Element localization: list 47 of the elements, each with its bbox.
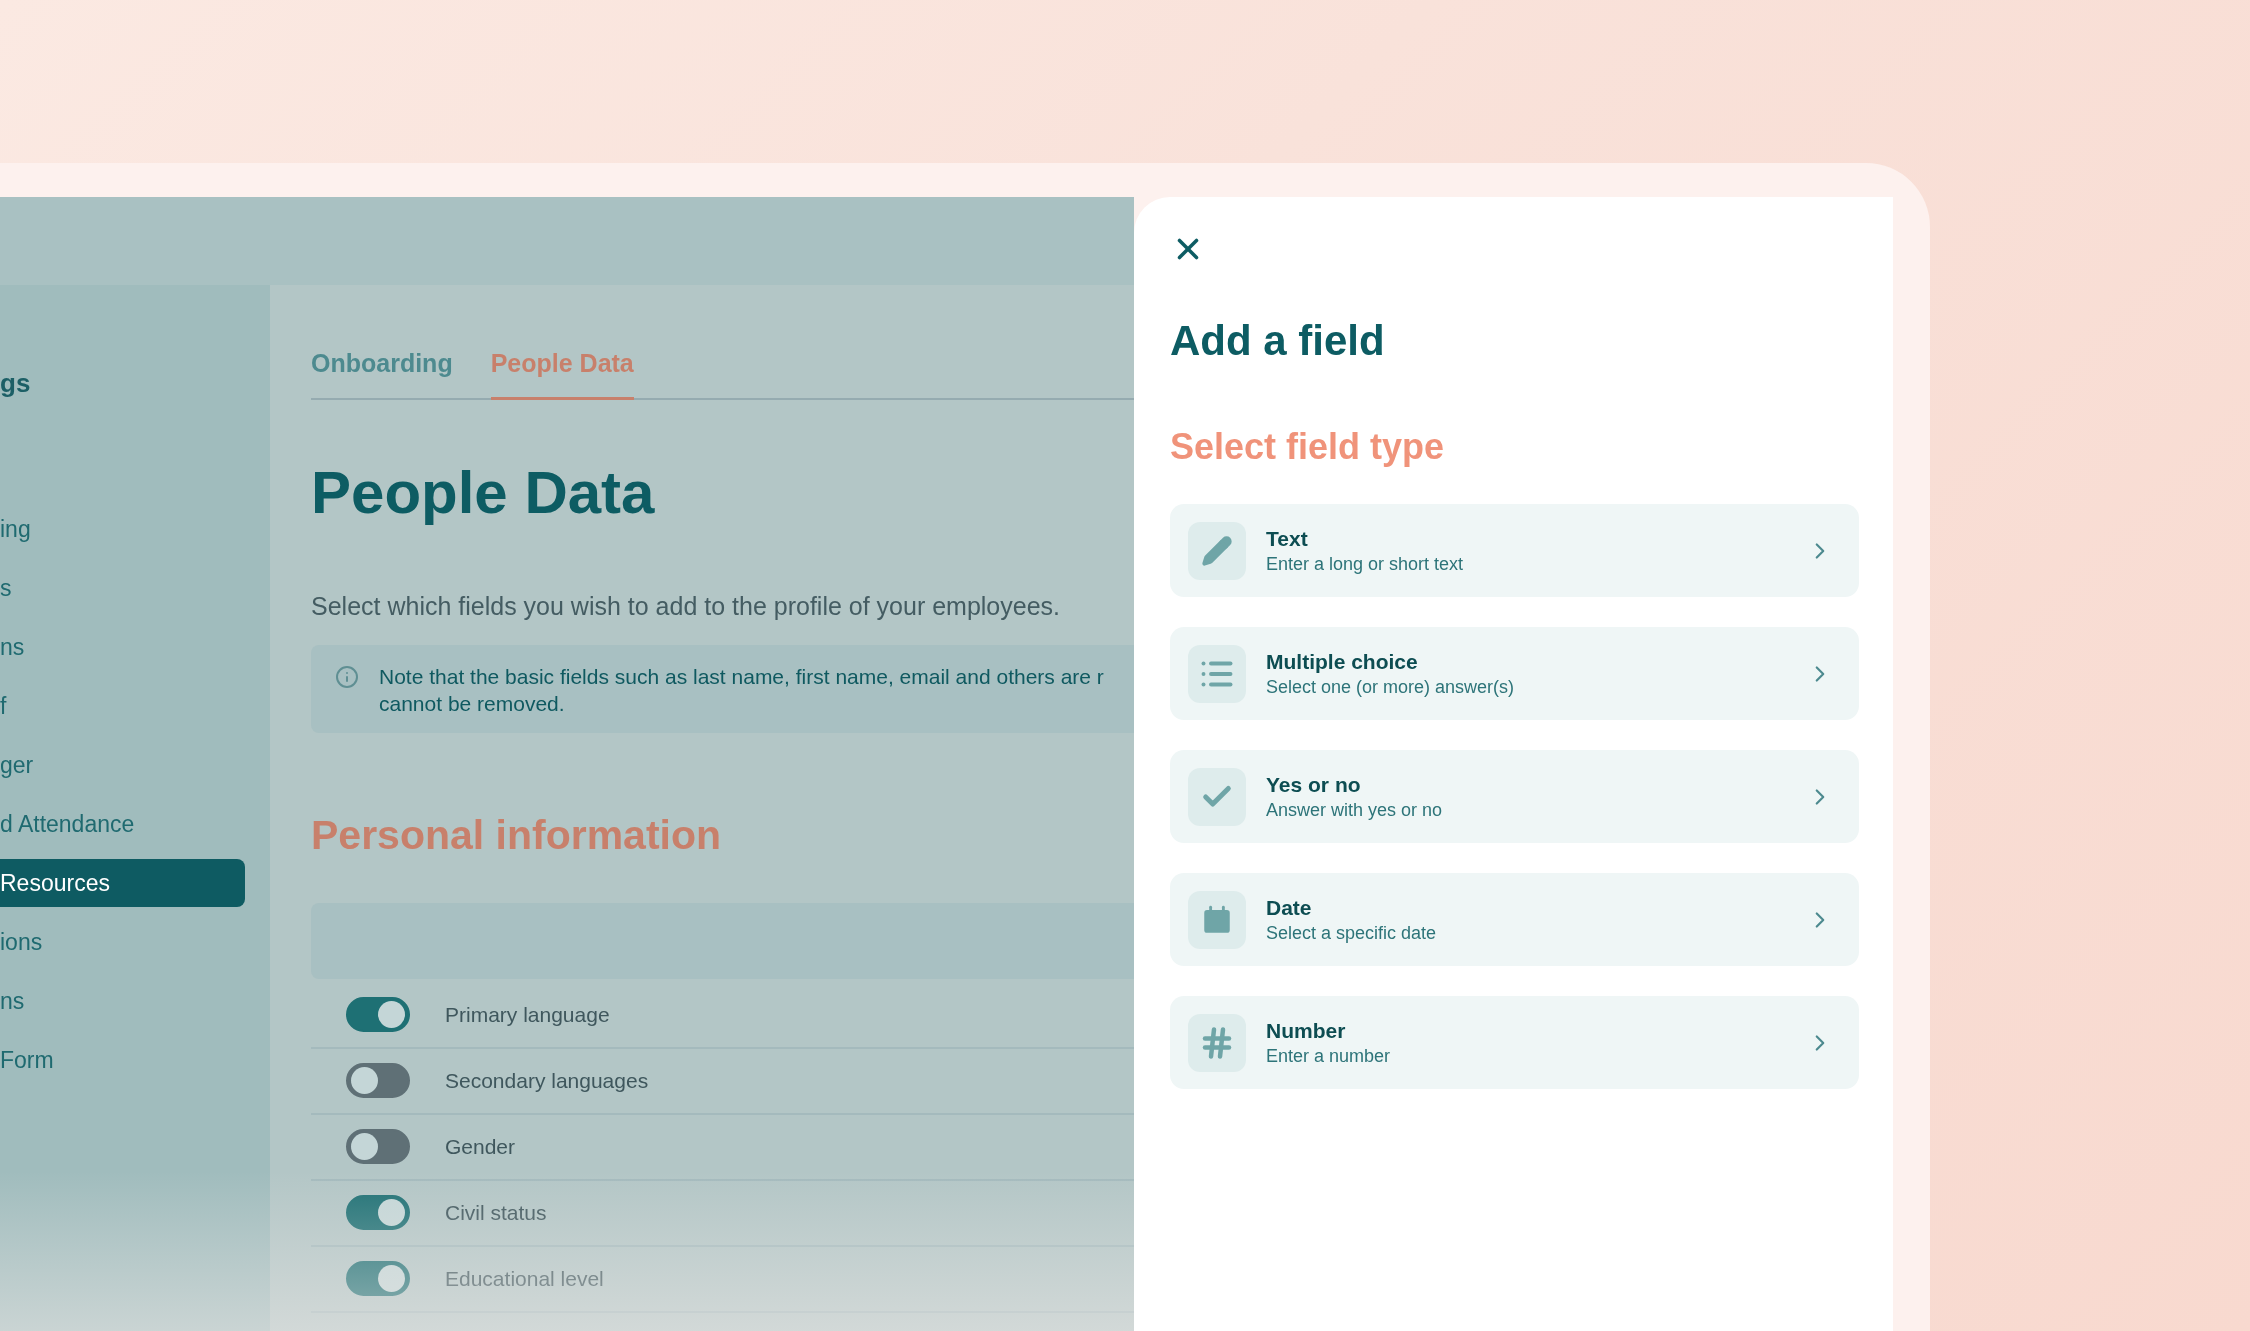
option-description: Answer with yes or no xyxy=(1266,798,1444,822)
field-type-option[interactable]: Yes or no Answer with yes or no xyxy=(1170,750,1859,843)
note-text: Note that the basic fields such as last name, first name, email and others are r xyxy=(379,664,1104,690)
option-title: Number xyxy=(1266,1017,1347,1044)
field-label: Civil status xyxy=(445,1199,547,1226)
modal-title: Add a field xyxy=(1170,316,1386,366)
field-label: Secondary languages xyxy=(445,1067,649,1094)
option-title: Multiple choice xyxy=(1266,648,1419,675)
section-title: Personal information xyxy=(311,811,723,860)
toggle-switch[interactable] xyxy=(346,1261,410,1296)
field-type-option[interactable]: Text Enter a long or short text xyxy=(1170,504,1859,597)
sidebar-item[interactable]: ions xyxy=(0,918,245,966)
field-type-option[interactable]: Number Enter a number xyxy=(1170,996,1859,1089)
sidebar-item[interactable]: ger xyxy=(0,741,245,789)
option-title: Date xyxy=(1266,894,1313,921)
field-type-option[interactable]: Multiple choice Select one (or more) answer(s) xyxy=(1170,627,1859,720)
sidebar-item[interactable]: Form xyxy=(0,1036,245,1084)
sidebar-item[interactable]: Resources xyxy=(0,859,245,907)
pencil-icon xyxy=(1201,534,1233,567)
option-description: Enter a number xyxy=(1266,1044,1392,1068)
note-text: cannot be removed. xyxy=(379,691,566,717)
description: Select which fields you wish to add to the profile of your employees. xyxy=(311,590,1061,622)
option-title: Text xyxy=(1266,525,1309,552)
modal-subtitle: Select field type xyxy=(1170,425,1446,469)
tab[interactable]: Onboarding xyxy=(311,345,453,400)
field-label: Educational level xyxy=(445,1265,604,1292)
tab[interactable]: People Data xyxy=(490,345,634,400)
sidebar-heading: gs xyxy=(0,367,32,400)
field-type-option[interactable]: Date Select a specific date xyxy=(1170,873,1859,966)
sidebar-item[interactable]: ing xyxy=(0,505,245,553)
page-title: People Data xyxy=(311,457,656,528)
option-description: Select one (or more) answer(s) xyxy=(1266,675,1516,699)
option-description: Select a specific date xyxy=(1266,921,1438,945)
toggle-switch[interactable] xyxy=(346,1195,410,1230)
toggle-switch[interactable] xyxy=(346,1129,410,1164)
option-title: Yes or no xyxy=(1266,771,1362,798)
sidebar-item[interactable]: s xyxy=(0,564,245,612)
field-label: Gender xyxy=(445,1133,516,1160)
toggle-switch[interactable] xyxy=(346,997,410,1032)
toggle-switch[interactable] xyxy=(346,1063,410,1098)
sidebar-item[interactable]: d Attendance xyxy=(0,800,245,848)
option-description: Enter a long or short text xyxy=(1266,552,1465,576)
field-label: Primary language xyxy=(445,1001,610,1028)
sidebar-item[interactable]: ns xyxy=(0,977,245,1025)
info-icon xyxy=(335,665,359,689)
sidebar-item[interactable]: ns xyxy=(0,623,245,671)
sidebar-item[interactable]: f xyxy=(0,682,245,730)
